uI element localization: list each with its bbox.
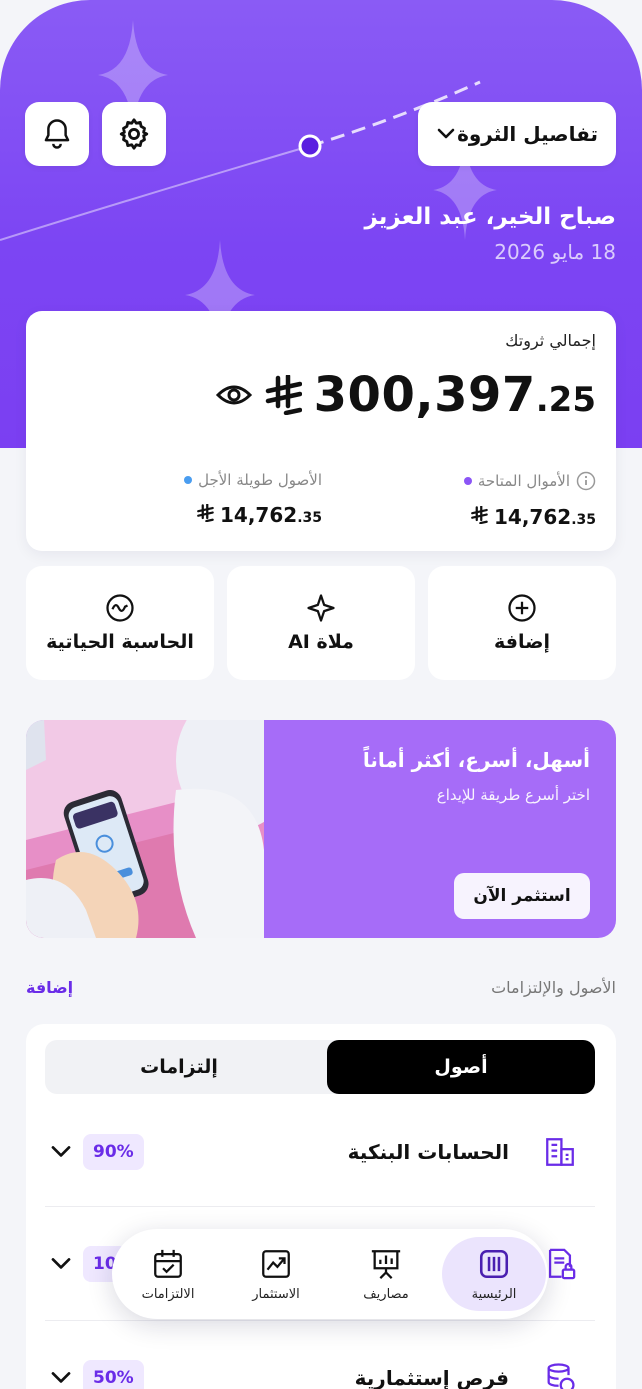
home-screen: تفاصيل الثروة صباح الخير، عبد العزيز 18 … xyxy=(0,0,642,1389)
chevron-down-icon[interactable] xyxy=(49,1144,73,1160)
notifications-button[interactable] xyxy=(25,102,89,166)
promo-title: أسهل، أسرع، أكثر أماناً xyxy=(362,748,590,772)
locked-document-icon xyxy=(548,1248,576,1280)
bell-icon xyxy=(44,119,70,149)
settings-button[interactable] xyxy=(102,102,166,166)
eye-icon[interactable] xyxy=(215,382,252,408)
tab-liabilities[interactable]: إلتزامات xyxy=(45,1040,313,1094)
nav-expenses-label: مصاريف xyxy=(363,1286,409,1302)
available-funds-decimal: .35 xyxy=(571,512,596,528)
available-funds-label: الأموال المتاحة xyxy=(477,472,570,490)
gear-icon xyxy=(119,118,149,150)
coins-stack-icon xyxy=(547,1363,575,1389)
total-decimal: .25 xyxy=(535,380,596,420)
nav-expenses[interactable]: مصاريف xyxy=(334,1237,438,1311)
life-calculator-button[interactable]: الحاسبة الحياتية xyxy=(26,566,214,680)
row-divider xyxy=(45,1206,595,1207)
ai-assistant-button[interactable]: ملاة AI xyxy=(227,566,415,680)
riyal-sign-icon xyxy=(197,504,214,522)
available-dot xyxy=(463,477,472,485)
phone-in-hand-illustration xyxy=(26,720,264,938)
promo-subtitle: اختر أسرع طريقة للإيداع xyxy=(436,786,590,804)
total-wealth-caption: إجمالي ثروتك xyxy=(505,331,596,350)
total-integer: 300,397 xyxy=(313,367,536,423)
current-date: 18 مايو 2026 xyxy=(494,240,616,264)
assets-card: أصول إلتزامات الحسابات البنكية 90% 10 فر… xyxy=(26,1024,616,1389)
invest-now-button[interactable]: استثمر الآن xyxy=(454,873,590,919)
tab-assets[interactable]: أصول xyxy=(327,1040,595,1094)
long-term-assets-decimal: .35 xyxy=(297,510,322,526)
presentation-board-icon xyxy=(371,1249,401,1279)
chevron-down-icon[interactable] xyxy=(49,1256,73,1272)
wealth-summary-card: إجمالي ثروتك 300,397.25 الأموال المتاحة … xyxy=(26,311,616,551)
bank-building-icon xyxy=(546,1138,574,1166)
pulse-circle-icon xyxy=(106,594,134,622)
calendar-check-icon xyxy=(154,1249,182,1278)
bottom-navigation: الرئيسية مصاريف الاستثمار الالتزامات xyxy=(112,1229,548,1319)
add-action-label: إضافة xyxy=(494,631,550,653)
total-wealth-amount: 300,397.25 xyxy=(215,367,596,423)
chevron-down-icon xyxy=(437,128,455,139)
greeting-block: صباح الخير، عبد العزيز 18 مايو 2026 xyxy=(364,204,616,264)
assets-liabilities-toggle: أصول إلتزامات xyxy=(45,1040,595,1094)
nav-obligations[interactable]: الالتزامات xyxy=(116,1237,220,1311)
long-term-dot xyxy=(184,476,193,484)
plus-circle-icon xyxy=(508,594,536,622)
riyal-sign-icon xyxy=(265,375,302,415)
asset-row-percent: 50% xyxy=(83,1360,144,1389)
chevron-down-icon[interactable] xyxy=(49,1370,73,1386)
long-term-assets-label: الأصول طويلة الأجل xyxy=(198,471,322,489)
nav-investment[interactable]: الاستثمار xyxy=(224,1237,328,1311)
long-term-assets-value: 14,762 xyxy=(220,503,298,527)
asset-row-investment-opportunities[interactable]: فرص إستثمارية 50% xyxy=(45,1338,595,1389)
life-calculator-label: الحاسبة الحياتية xyxy=(46,631,194,653)
trend-chart-icon xyxy=(262,1249,290,1278)
nav-investment-label: الاستثمار xyxy=(252,1286,300,1302)
wealth-details-label: تفاصيل الثروة xyxy=(457,122,598,146)
asset-row-percent: 90% xyxy=(83,1134,144,1170)
nav-obligations-label: الالتزامات xyxy=(141,1286,195,1302)
asset-row-label: الحسابات البنكية xyxy=(347,1140,509,1164)
add-action-button[interactable]: إضافة xyxy=(428,566,616,680)
row-divider xyxy=(45,1320,595,1321)
assets-liabilities-title: الأصول والإلتزامات xyxy=(491,978,616,997)
greeting-text: صباح الخير، عبد العزيز xyxy=(364,204,616,230)
home-bars-icon xyxy=(479,1249,509,1278)
deposit-promo-banner[interactable]: أسهل، أسرع، أكثر أماناً اختر أسرع طريقة … xyxy=(26,720,616,938)
sparkle-icon xyxy=(307,594,335,622)
available-funds: الأموال المتاحة 14,762.35 xyxy=(463,471,596,529)
wealth-details-dropdown[interactable]: تفاصيل الثروة xyxy=(418,102,616,166)
add-asset-link[interactable]: إضافة xyxy=(26,978,73,997)
nav-home-label: الرئيسية xyxy=(471,1286,517,1302)
ai-assistant-label: ملاة AI xyxy=(288,631,354,653)
asset-row-bank-accounts[interactable]: الحسابات البنكية 90% xyxy=(45,1112,595,1192)
long-term-assets: الأصول طويلة الأجل 14,762.35 xyxy=(184,471,322,527)
info-icon[interactable] xyxy=(576,471,596,491)
nav-home[interactable]: الرئيسية xyxy=(442,1237,546,1311)
available-funds-value: 14,762 xyxy=(494,505,572,529)
asset-row-label: فرص إستثمارية xyxy=(354,1366,509,1389)
riyal-sign-icon xyxy=(471,506,488,524)
